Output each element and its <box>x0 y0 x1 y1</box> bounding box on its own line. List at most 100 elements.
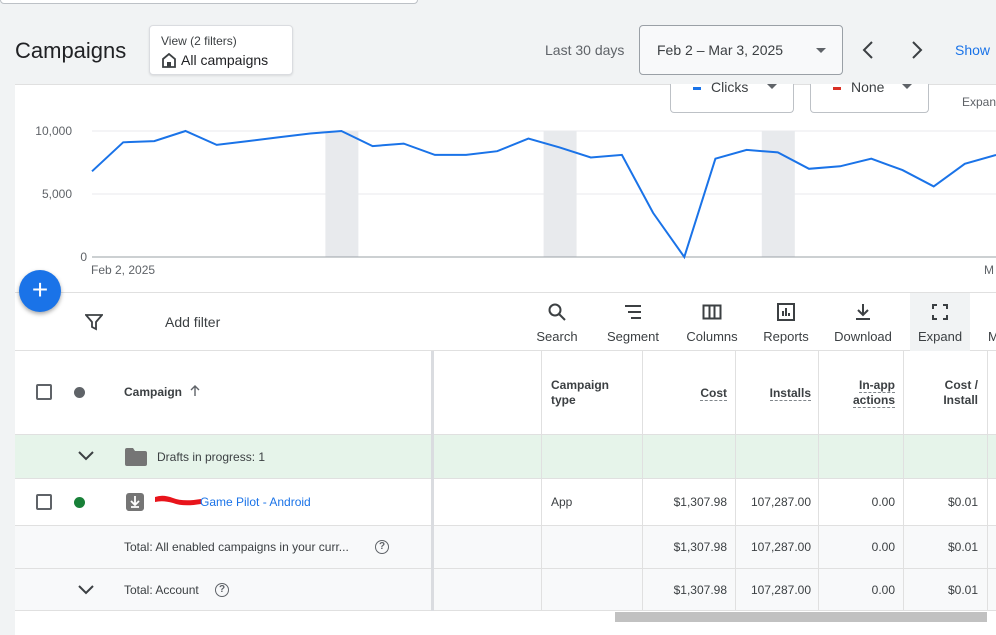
select-all-checkbox[interactable] <box>36 384 52 400</box>
cell-cost: $1,307.98 <box>673 495 727 509</box>
cell-cpi: $0.01 <box>947 495 978 509</box>
header-cost[interactable]: Cost <box>675 386 727 401</box>
header-campaign-label: Campaign <box>124 385 183 399</box>
tool-label: Reports <box>763 329 809 344</box>
app-campaign-icon <box>126 493 144 511</box>
folder-icon <box>125 448 147 466</box>
y-tick-label: 0 <box>80 250 87 264</box>
header-campaign-type[interactable]: Campaign type <box>551 378 609 408</box>
header-cpi-line2: Install <box>943 393 978 407</box>
total-enabled-cost: $1,307.98 <box>673 540 727 554</box>
header-cpi-line1: Cost / <box>944 378 978 392</box>
header-campaign[interactable]: Campaign <box>124 385 201 400</box>
column-divider <box>818 351 819 611</box>
metric-color-swatch <box>693 87 701 90</box>
dropdown-caret-icon <box>767 84 777 89</box>
chevron-down-icon[interactable] <box>78 585 94 595</box>
total-enabled-label: Total: All enabled campaigns in your cur… <box>124 540 349 554</box>
cell-campaign-type: App <box>551 495 573 509</box>
segment-icon <box>625 305 641 319</box>
search-icon <box>548 303 566 321</box>
x-tick-label-end: M <box>984 263 994 277</box>
total-account-row: Total: Account ? $1,307.98 107,287.00 0.… <box>15 569 996 611</box>
tool-segment-button[interactable]: Segment <box>601 293 665 351</box>
cell-inapp: 0.00 <box>871 495 895 509</box>
table-row[interactable]: Game Pilot - Android App $1,307.98 107,2… <box>15 479 996 526</box>
view-selector[interactable]: View (2 filters) All campaigns <box>149 25 293 75</box>
header-inapp-actions[interactable]: In-app actions <box>827 378 895 408</box>
column-divider <box>903 351 904 611</box>
table-header-row: Campaign Campaign type Cost Installs In-… <box>15 351 996 435</box>
header-campaign-type-line2: type <box>551 393 576 407</box>
cell-installs: 107,287.00 <box>750 495 811 509</box>
help-icon[interactable]: ? <box>375 540 389 554</box>
chevron-left-icon[interactable] <box>862 40 874 60</box>
show-link[interactable]: Show <box>955 42 990 58</box>
total-account-label: Total: Account <box>124 583 199 597</box>
header-inapp-line2: actions <box>852 393 895 408</box>
total-account-inapp: 0.00 <box>871 583 895 597</box>
filter-icon[interactable] <box>85 313 103 331</box>
header-installs-label: Installs <box>769 386 811 401</box>
total-account-cost: $1,307.98 <box>673 583 727 597</box>
download-icon <box>856 304 870 320</box>
metric-label: None <box>851 79 885 95</box>
header-cost-per-install[interactable]: Cost / Install <box>920 378 978 408</box>
header-campaign-type-line1: Campaign <box>551 378 610 392</box>
drafts-row[interactable]: Drafts in progress: 1 <box>15 435 996 479</box>
total-enabled-installs: 107,287.00 <box>750 540 811 554</box>
dropdown-caret-icon <box>902 84 912 89</box>
tool-reports-button[interactable]: Reports <box>756 293 816 351</box>
plus-icon: + <box>31 274 49 305</box>
date-range-picker[interactable]: Feb 2 – Mar 3, 2025 <box>639 25 843 75</box>
frozen-column-divider[interactable] <box>431 351 434 611</box>
reports-icon <box>777 303 795 321</box>
status-enabled-icon <box>74 497 85 508</box>
metric-label: Clicks <box>711 79 749 95</box>
drafts-label: Drafts in progress: 1 <box>157 450 266 464</box>
y-tick-label: 10,000 <box>35 124 72 138</box>
table-toolbar: Add filter Search Segment Columns Report… <box>15 292 996 351</box>
campaigns-table: Campaign Campaign type Cost Installs In-… <box>15 351 996 611</box>
tool-label: Columns <box>686 329 738 344</box>
home-icon <box>162 53 176 68</box>
horizontal-scrollbar[interactable] <box>615 612 987 622</box>
search-box-stub[interactable] <box>0 0 418 4</box>
view-selector-value: All campaigns <box>181 52 269 68</box>
add-filter-button[interactable]: Add filter <box>165 314 220 330</box>
tool-search-button[interactable]: Search <box>528 293 586 351</box>
y-tick-label: 5,000 <box>41 187 72 201</box>
status-header-icon <box>74 387 85 398</box>
date-range-value: Feb 2 – Mar 3, 2025 <box>657 42 784 58</box>
x-tick-label-start: Feb 2, 2025 <box>91 263 156 277</box>
column-divider <box>987 351 988 611</box>
total-account-installs: 107,287.00 <box>750 583 811 597</box>
chevron-down-icon[interactable] <box>78 451 94 461</box>
page-title: Campaigns <box>15 38 127 63</box>
header-installs[interactable]: Installs <box>750 386 811 401</box>
dropdown-caret-icon <box>816 48 826 53</box>
sort-arrow-up-icon <box>190 385 200 396</box>
chevron-right-icon[interactable] <box>911 40 923 60</box>
view-selector-label: View (2 filters) <box>161 34 237 48</box>
tool-label: Search <box>536 329 578 344</box>
tool-label: Download <box>834 329 892 344</box>
columns-icon <box>702 304 722 320</box>
metric-selector-2[interactable]: None <box>810 79 929 113</box>
redaction-mark <box>155 495 201 506</box>
header-inapp-line1: In-app <box>859 378 895 393</box>
row-checkbox[interactable] <box>36 494 52 510</box>
tool-label: M <box>988 329 996 344</box>
help-icon[interactable]: ? <box>215 583 229 597</box>
total-enabled-cpi: $0.01 <box>947 540 978 554</box>
date-range-label: Last 30 days <box>545 42 625 58</box>
metric-selector-1[interactable]: Clicks <box>670 79 794 113</box>
campaign-name-link[interactable]: Game Pilot - Android <box>200 495 311 509</box>
tool-more-button[interactable]: M <box>981 293 996 351</box>
tool-label: Segment <box>606 329 660 344</box>
chart-expand-link[interactable]: Expan <box>962 95 996 109</box>
add-campaign-button[interactable]: + <box>19 270 61 312</box>
tool-download-button[interactable]: Download <box>829 293 897 351</box>
tool-expand-button[interactable]: Expand <box>910 293 970 351</box>
tool-columns-button[interactable]: Columns <box>680 293 744 351</box>
